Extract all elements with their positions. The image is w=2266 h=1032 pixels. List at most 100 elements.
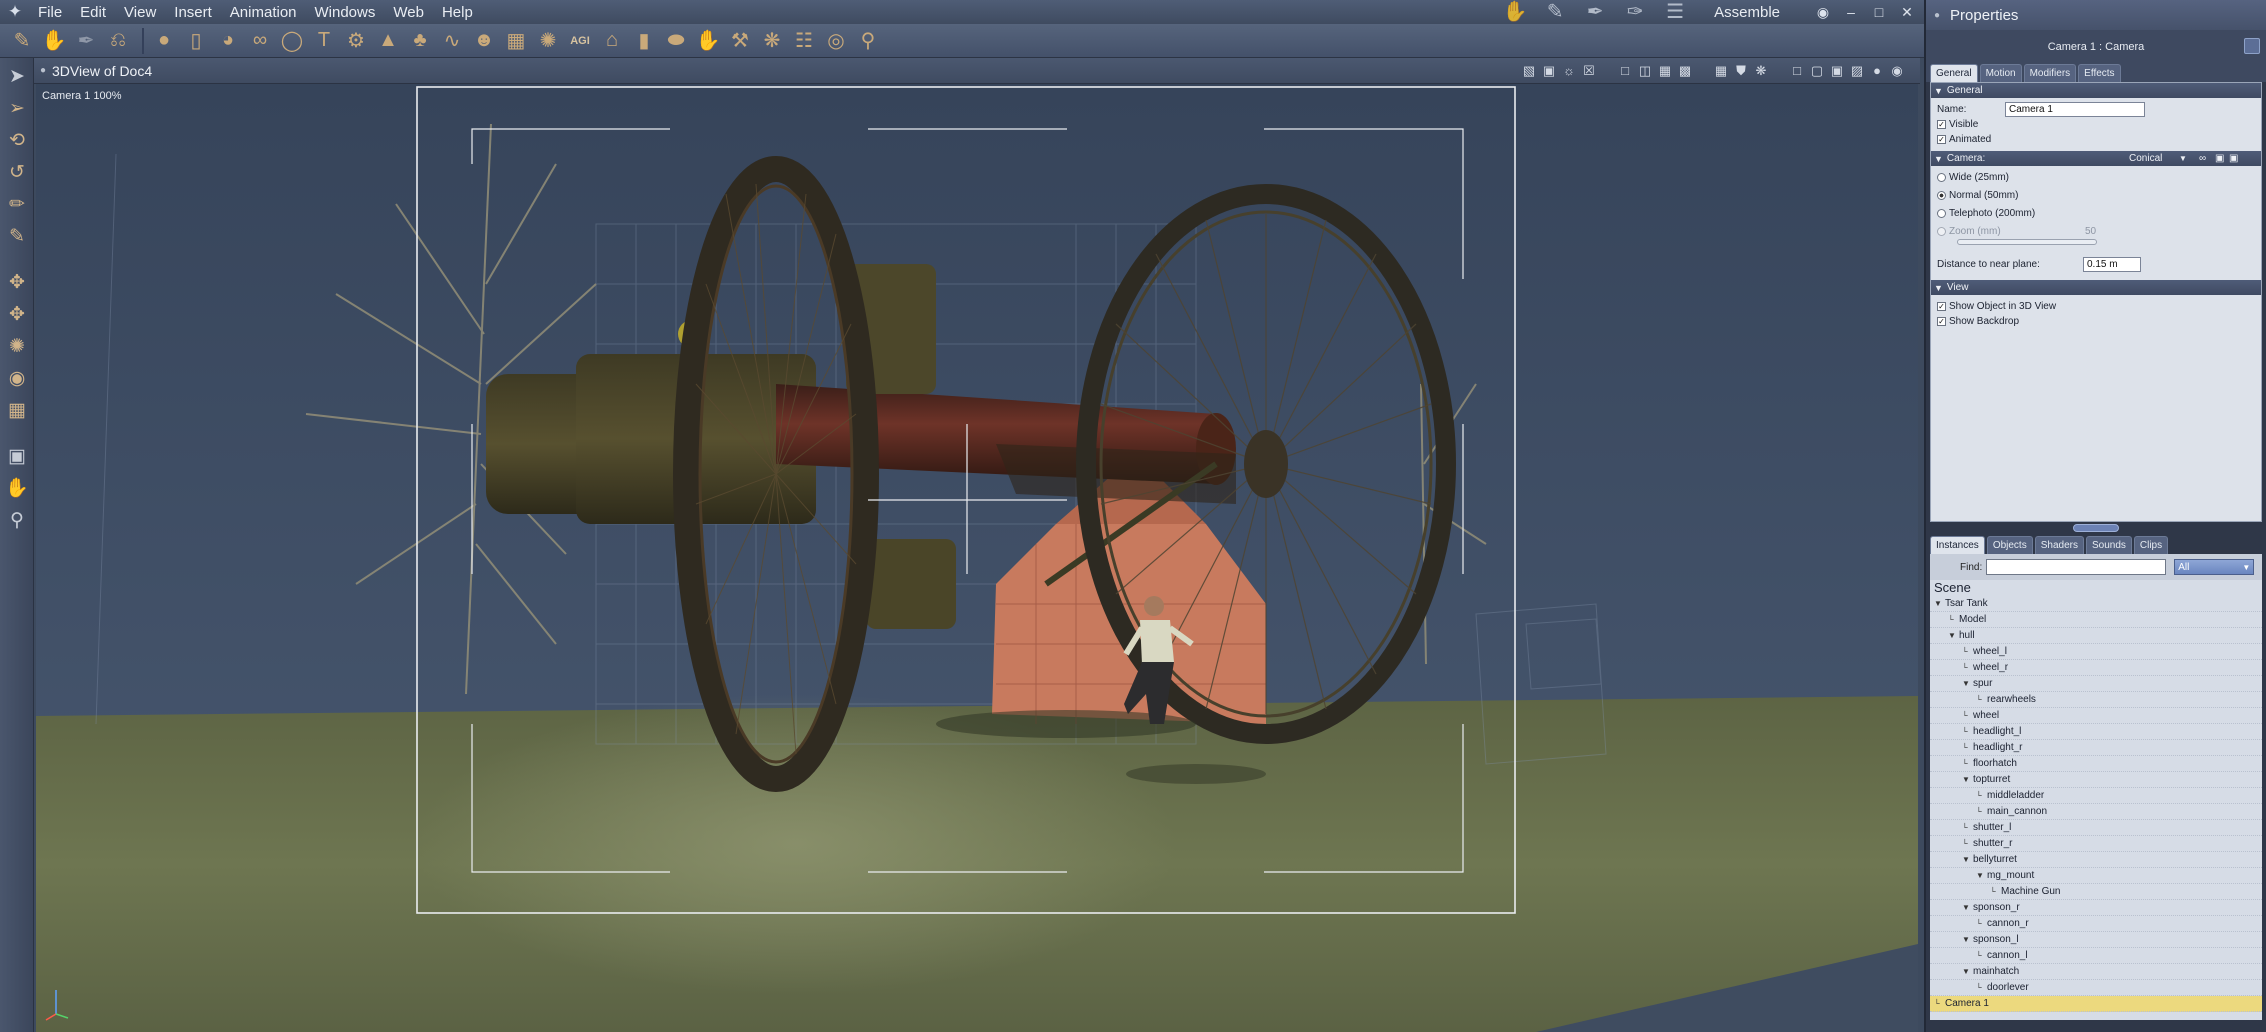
3d-viewport[interactable]: Camera 1 100% [36, 84, 1918, 1032]
tree-item[interactable]: ▼ bellyturret [1930, 852, 2262, 868]
camera-save-icon[interactable]: ▣ [2215, 153, 2224, 164]
chevron-down-icon[interactable]: ▼ [2179, 154, 2187, 163]
hand-icon[interactable]: ✋ [694, 27, 722, 55]
view-section-header[interactable]: ▼ View [1931, 280, 2261, 295]
expand-triangle-icon[interactable]: ▼ [1962, 967, 1971, 976]
general-section-header[interactable]: ▼ General [1931, 83, 2261, 98]
tab-effects[interactable]: Effects [2078, 64, 2121, 82]
deform-tool-icon[interactable]: ▦ [3, 396, 31, 424]
translate-y-tool-icon[interactable]: ✥ [3, 300, 31, 328]
house-icon[interactable]: ⌂ [598, 27, 626, 55]
tab-clips[interactable]: Clips [2133, 536, 2169, 554]
agi-button[interactable]: AGI [566, 27, 594, 55]
fractal-icon[interactable]: ✺ [534, 27, 562, 55]
tree-item[interactable]: ▼ mainhatch [1930, 964, 2262, 980]
pipe-primitive-icon[interactable]: ∞ [246, 27, 274, 55]
pan-hand-icon[interactable]: ✋ [3, 474, 31, 502]
full-render-icon[interactable]: ◉ [1890, 64, 1904, 78]
show-backdrop-checkbox[interactable]: ✓ [1937, 317, 1946, 326]
menu-insert[interactable]: Insert [166, 4, 222, 21]
rotate-icon[interactable]: ⟲ [3, 126, 31, 154]
wrench-icon[interactable]: ⚲ [854, 27, 882, 55]
menu-windows[interactable]: Windows [307, 4, 386, 21]
wire-box-icon[interactable]: ▢ [1810, 64, 1824, 78]
panel-grip-icon[interactable]: ● [1934, 10, 1940, 21]
tree-item[interactable]: ▼ hull [1930, 628, 2262, 644]
minimize-button[interactable]: – [1842, 4, 1860, 20]
twist-icon[interactable]: ↺ [3, 158, 31, 186]
room-hand-icon[interactable]: ✋ [1500, 2, 1530, 22]
animated-checkbox[interactable]: ✓ [1937, 135, 1946, 144]
lens-wide-radio[interactable] [1937, 173, 1946, 182]
tree-icon[interactable]: ♣ [406, 27, 434, 55]
show-object-checkbox[interactable]: ✓ [1937, 302, 1946, 311]
tree-item[interactable]: └ middleladder [1930, 788, 2262, 804]
tree-item[interactable]: └ shutter_r [1930, 836, 2262, 852]
wand-icon[interactable]: ✒ [72, 27, 100, 55]
tree-item[interactable]: ▼ Tsar Tank [1930, 596, 2262, 612]
scale-tool-icon[interactable]: ◉ [3, 364, 31, 392]
filter-select[interactable]: All ▼ [2174, 559, 2255, 575]
tab-general[interactable]: General [1930, 64, 1978, 82]
panel-splitter[interactable] [1926, 522, 2266, 534]
tree-item[interactable]: ▼ sponson_r [1930, 900, 2262, 916]
tab-instances[interactable]: Instances [1930, 536, 1985, 554]
tree-item[interactable]: └ wheel_r [1930, 660, 2262, 676]
gear-primitive-icon[interactable]: ⚙ [342, 27, 370, 55]
tree-item[interactable]: └ wheel_l [1930, 644, 2262, 660]
spline-icon[interactable]: ∿ [438, 27, 466, 55]
text-primitive-icon[interactable]: T [310, 27, 338, 55]
light-icon[interactable]: ☼ [1562, 64, 1576, 78]
globe-primitive-icon[interactable]: ◕ [214, 27, 242, 55]
room-pen-icon[interactable]: ✒ [1580, 2, 1610, 22]
terrain-icon[interactable]: ▲ [374, 27, 402, 55]
name-field[interactable]: Camera 1 [2005, 102, 2145, 117]
tree-item[interactable]: └ shutter_l [1930, 820, 2262, 836]
camera-section-header[interactable]: ▼ Camera: Conical ▼ ∞ ▣ ▣ [1931, 151, 2261, 166]
find-input[interactable] [1986, 559, 2167, 575]
hierarchy-icon[interactable]: ☷ [790, 27, 818, 55]
menu-view[interactable]: View [116, 4, 166, 21]
tree-item[interactable]: └ Camera 1 [1930, 996, 2262, 1012]
tree-item[interactable]: └ floorhatch [1930, 756, 2262, 772]
link-icon[interactable]: ∞ [2199, 153, 2206, 164]
cylinder-primitive-icon[interactable]: ▯ [182, 27, 210, 55]
maximize-button[interactable]: □ [1870, 4, 1888, 20]
paint-brush-icon[interactable]: ✎ [8, 27, 36, 55]
tree-item[interactable]: └ Model [1930, 612, 2262, 628]
tree-item[interactable]: └ main_cannon [1930, 804, 2262, 820]
panel-options-button[interactable] [2244, 38, 2260, 54]
grab-hand-icon[interactable]: ✋ [40, 27, 68, 55]
lens-normal-radio[interactable] [1937, 191, 1946, 200]
camera-tool-icon[interactable]: ▣ [3, 442, 31, 470]
menu-edit[interactable]: Edit [72, 4, 116, 21]
camera-lock-icon[interactable]: ▣ [2229, 153, 2238, 164]
expand-triangle-icon[interactable]: ▼ [1976, 871, 1985, 880]
box-icon[interactable]: □ [1790, 64, 1804, 78]
menu-animation[interactable]: Animation [222, 4, 307, 21]
particles-icon[interactable]: ❋ [758, 27, 786, 55]
brush-tool-icon[interactable]: ✏ [3, 190, 31, 218]
zoom-magnifier-icon[interactable]: ⚲ [3, 506, 31, 534]
tree-item[interactable]: └ headlight_r [1930, 740, 2262, 756]
tree-item[interactable]: ▼ sponson_l [1930, 932, 2262, 948]
network-icon[interactable]: ❋ [1754, 64, 1768, 78]
tree-item[interactable]: ▼ spur [1930, 676, 2262, 692]
sphere-shading-icon[interactable]: ● [1870, 64, 1884, 78]
split-view-icon[interactable]: ◫ [1638, 64, 1652, 78]
tab-sounds[interactable]: Sounds [2085, 536, 2132, 554]
hammer-icon[interactable]: ⚒ [726, 27, 754, 55]
visible-checkbox[interactable]: ✓ [1937, 120, 1946, 129]
zoom-slider[interactable] [1937, 239, 2261, 249]
tab-objects[interactable]: Objects [1986, 536, 2033, 554]
tree-item[interactable]: └ wheel [1930, 708, 2262, 724]
panel-grip-icon[interactable]: ● [34, 65, 52, 76]
figure-icon[interactable]: ☻ [470, 27, 498, 55]
tab-modifiers[interactable]: Modifiers [2023, 64, 2077, 82]
shield-icon[interactable]: ⛊ [1734, 64, 1748, 78]
room-ruler-icon[interactable]: ☰ [1660, 2, 1690, 22]
expand-triangle-icon[interactable]: ▼ [1962, 679, 1971, 688]
rotate-tool-icon[interactable]: ✺ [3, 332, 31, 360]
close-button[interactable]: ✕ [1898, 4, 1916, 21]
shaded-cube-icon[interactable]: ▨ [1850, 64, 1864, 78]
